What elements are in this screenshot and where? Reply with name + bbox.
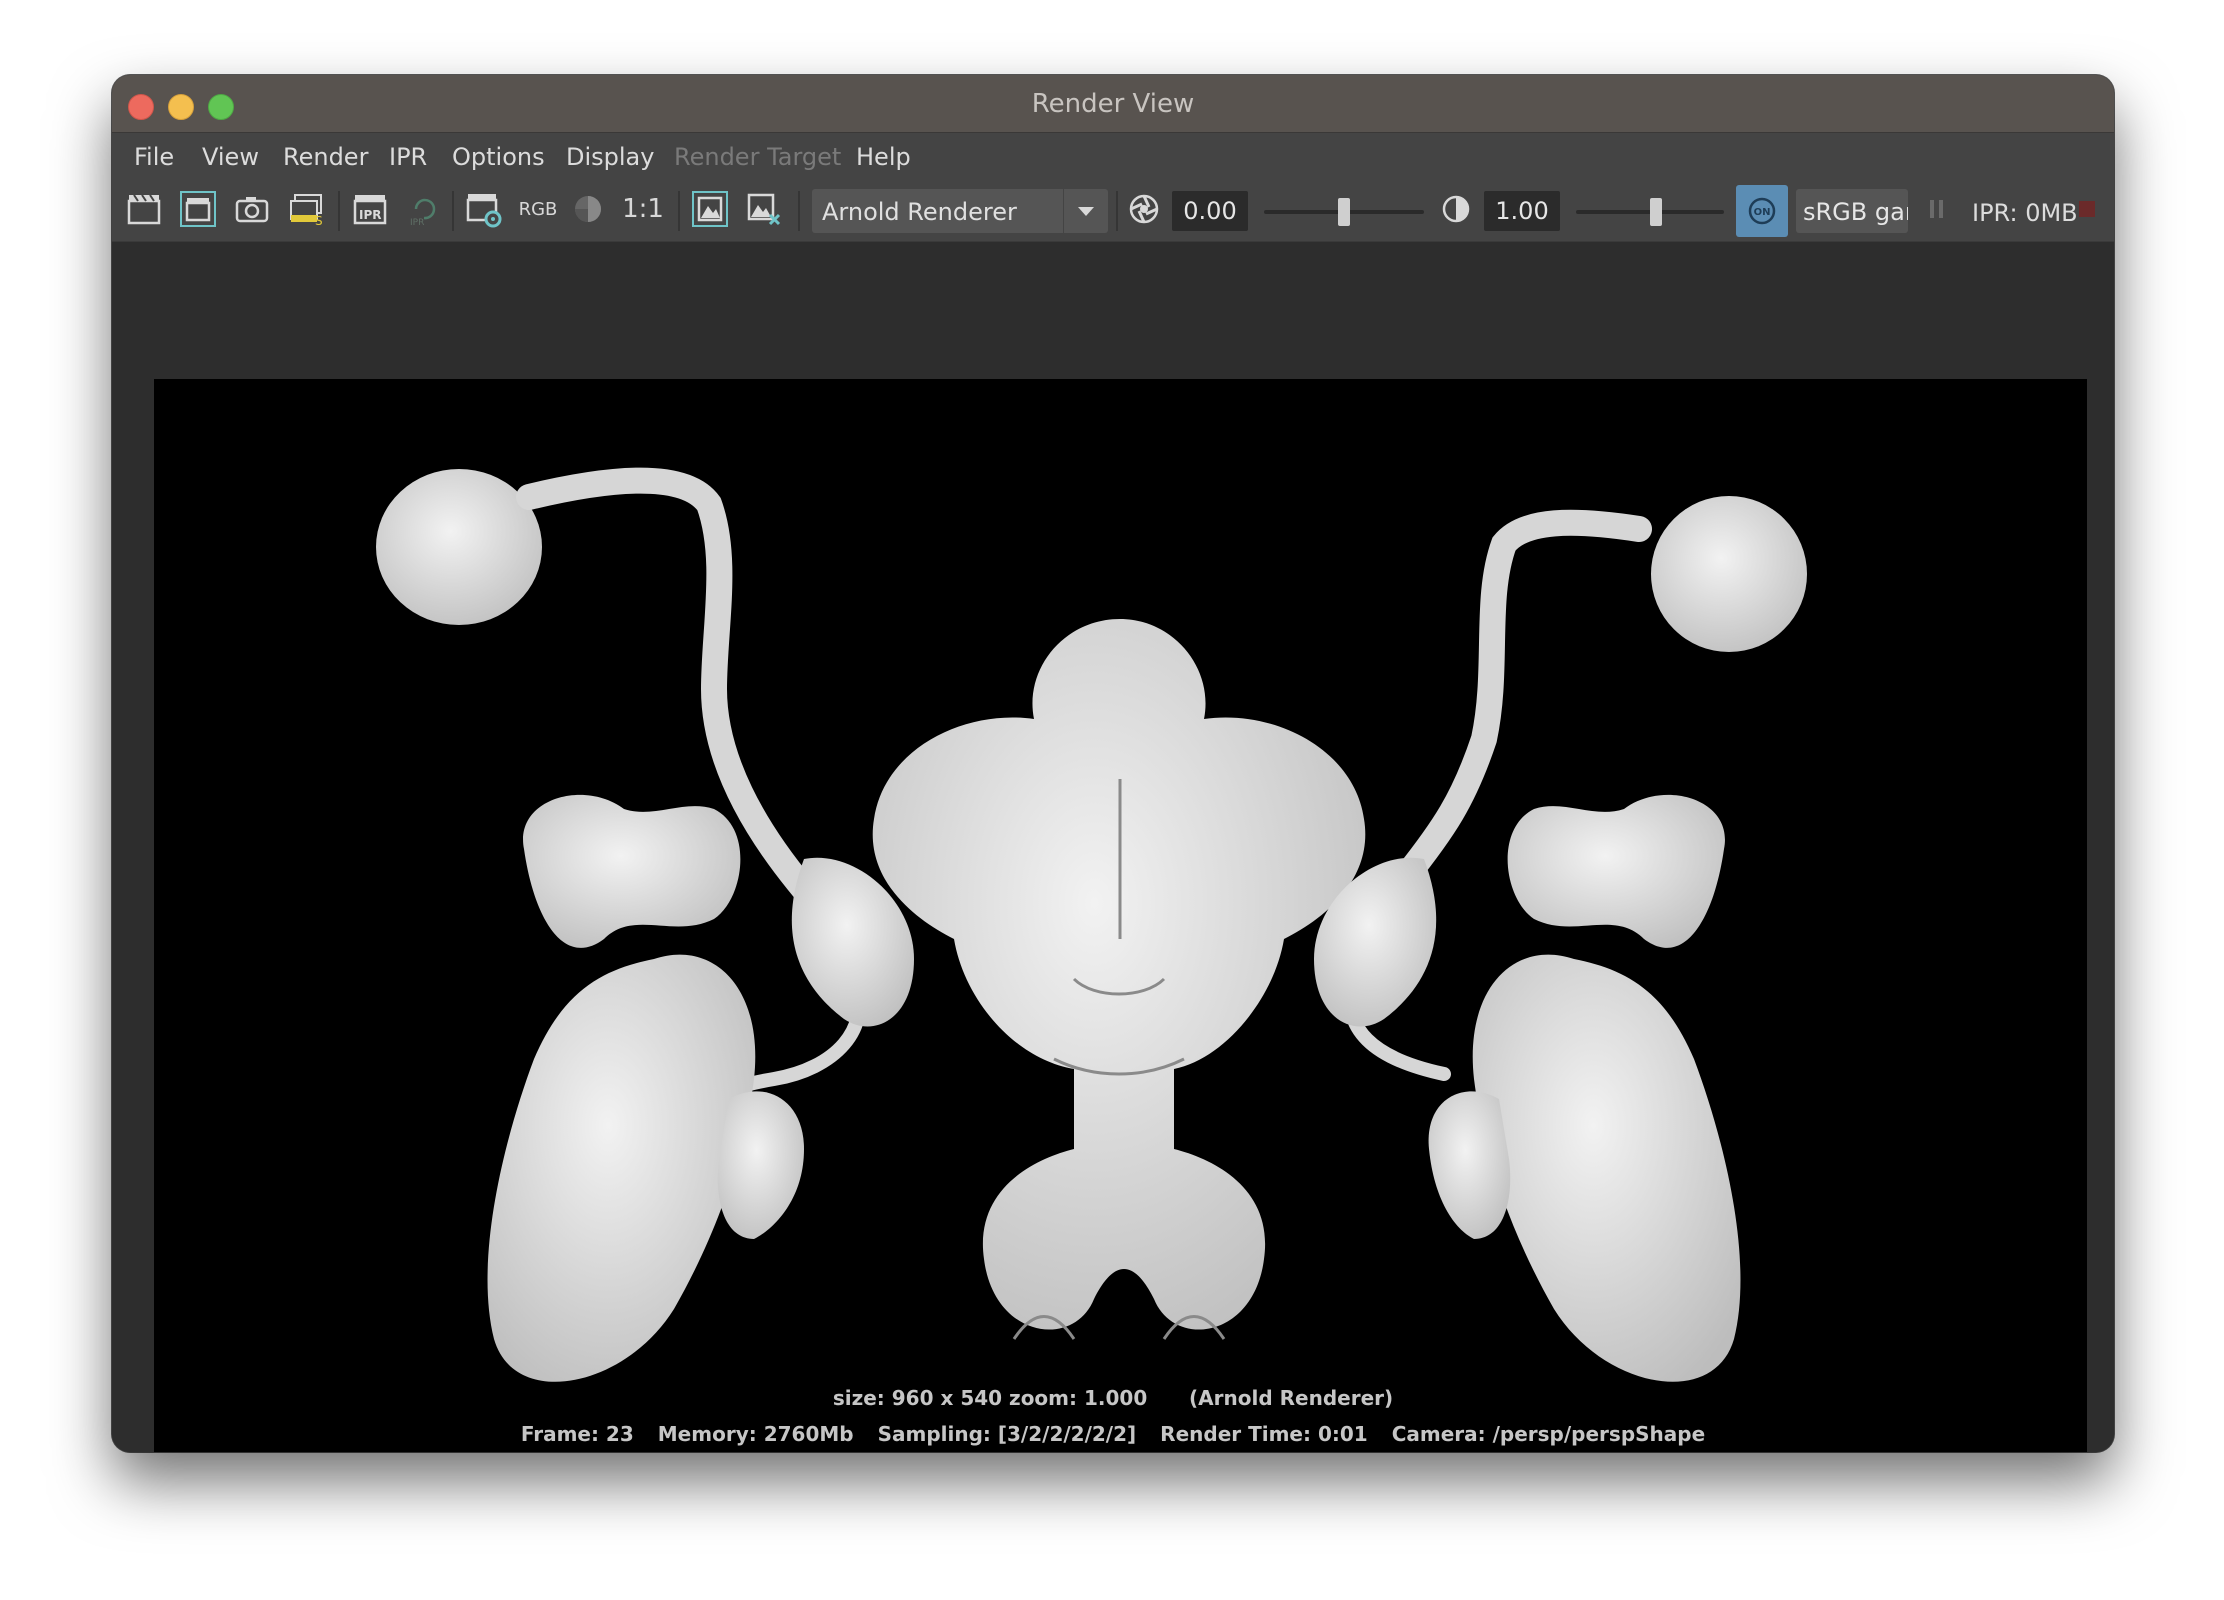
image-size-status: size: 960 x 540 zoom: 1.000 (Arnold Rend… bbox=[112, 1386, 2114, 1410]
gamma-slider-handle[interactable] bbox=[1650, 198, 1662, 226]
refresh-ipr-icon: IPR bbox=[404, 189, 444, 229]
memory-status: Memory: 2760Mb bbox=[657, 1422, 854, 1446]
rendered-image bbox=[154, 379, 2087, 1452]
gamma-icon[interactable] bbox=[1436, 189, 1476, 229]
toolbar-separator bbox=[798, 191, 800, 231]
image-size-text: size: 960 x 540 zoom: 1.000 bbox=[832, 1386, 1148, 1410]
render-info-status: Frame: 23 Memory: 2760Mb Sampling: [3/2/2/… bbox=[112, 1422, 2114, 1446]
menu-options[interactable]: Options bbox=[452, 143, 545, 171]
camera-status: Camera: /persp/perspShape bbox=[1391, 1422, 1706, 1446]
display-image-icon[interactable] bbox=[690, 189, 730, 229]
toolbar-separator bbox=[338, 191, 340, 231]
menu-view[interactable]: View bbox=[202, 143, 259, 171]
svg-text:IPR: IPR bbox=[410, 218, 424, 227]
toolbar-separator bbox=[678, 191, 680, 231]
toolbar: S IPR IPR RGB 1:1 Arnold Renderer 0.00 1… bbox=[112, 181, 2114, 243]
ipr-render-icon[interactable]: IPR bbox=[350, 189, 390, 229]
ipr-memory-readout: IPR: 0MB bbox=[1972, 199, 2078, 227]
render-settings-icon[interactable] bbox=[464, 189, 504, 229]
title-bar[interactable]: Render View bbox=[112, 75, 2114, 133]
chevron-down-icon[interactable] bbox=[1063, 189, 1108, 233]
svg-text:S: S bbox=[315, 214, 323, 227]
zoom-real-size-button[interactable]: 1:1 bbox=[618, 189, 668, 229]
exposure-icon[interactable] bbox=[1124, 189, 1164, 229]
menu-file[interactable]: File bbox=[134, 143, 174, 171]
menu-display[interactable]: Display bbox=[566, 143, 654, 171]
rgb-channel-button[interactable]: RGB bbox=[516, 189, 560, 229]
window-title: Render View bbox=[1031, 89, 1195, 119]
renderer-dropdown-label: Arnold Renderer bbox=[822, 198, 1017, 226]
pause-ipr-icon[interactable] bbox=[1922, 189, 1952, 229]
toolbar-separator bbox=[1116, 191, 1118, 231]
renderer-dropdown[interactable]: Arnold Renderer bbox=[812, 189, 1108, 233]
menu-render[interactable]: Render bbox=[283, 143, 368, 171]
alpha-channel-icon[interactable] bbox=[568, 189, 608, 229]
menu-ipr[interactable]: IPR bbox=[389, 143, 427, 171]
render-region-icon[interactable] bbox=[178, 189, 218, 229]
render-time-status: Render Time: 0:01 bbox=[1160, 1422, 1368, 1446]
redo-previous-render-icon[interactable] bbox=[124, 189, 164, 229]
menu-bar: File View Render IPR Options Display Ren… bbox=[112, 133, 2114, 181]
exposure-slider-handle[interactable] bbox=[1338, 198, 1350, 226]
menu-help[interactable]: Help bbox=[856, 143, 911, 171]
render-sequence-icon[interactable]: S bbox=[286, 189, 326, 229]
stop-render-icon[interactable] bbox=[2072, 189, 2102, 229]
gamma-field[interactable]: 1.00 bbox=[1484, 191, 1560, 231]
menu-render-target: Render Target bbox=[674, 143, 842, 171]
frame-status: Frame: 23 bbox=[520, 1422, 634, 1446]
color-space-label: sRGB gamma bbox=[1803, 198, 1908, 226]
renderer-status-text: (Arnold Renderer) bbox=[1189, 1386, 1394, 1410]
sampling-status: Sampling: [3/2/2/2/2/2] bbox=[877, 1422, 1137, 1446]
color-space-dropdown[interactable]: sRGB gamma bbox=[1796, 189, 1908, 233]
render-view-window: Render View File View Render IPR Options… bbox=[112, 75, 2114, 1452]
toolbar-separator bbox=[452, 191, 454, 231]
exposure-field[interactable]: 0.00 bbox=[1172, 191, 1248, 231]
remove-image-icon[interactable] bbox=[744, 189, 784, 229]
snapshot-icon[interactable] bbox=[232, 189, 272, 229]
svg-text:IPR: IPR bbox=[359, 208, 382, 222]
render-viewport[interactable]: size: 960 x 540 zoom: 1.000 (Arnold Rend… bbox=[112, 242, 2114, 1452]
svg-text:ON: ON bbox=[1754, 207, 1771, 218]
view-transform-toggle-button[interactable]: ON bbox=[1736, 185, 1788, 237]
rendered-creature-image bbox=[376, 467, 1807, 1382]
